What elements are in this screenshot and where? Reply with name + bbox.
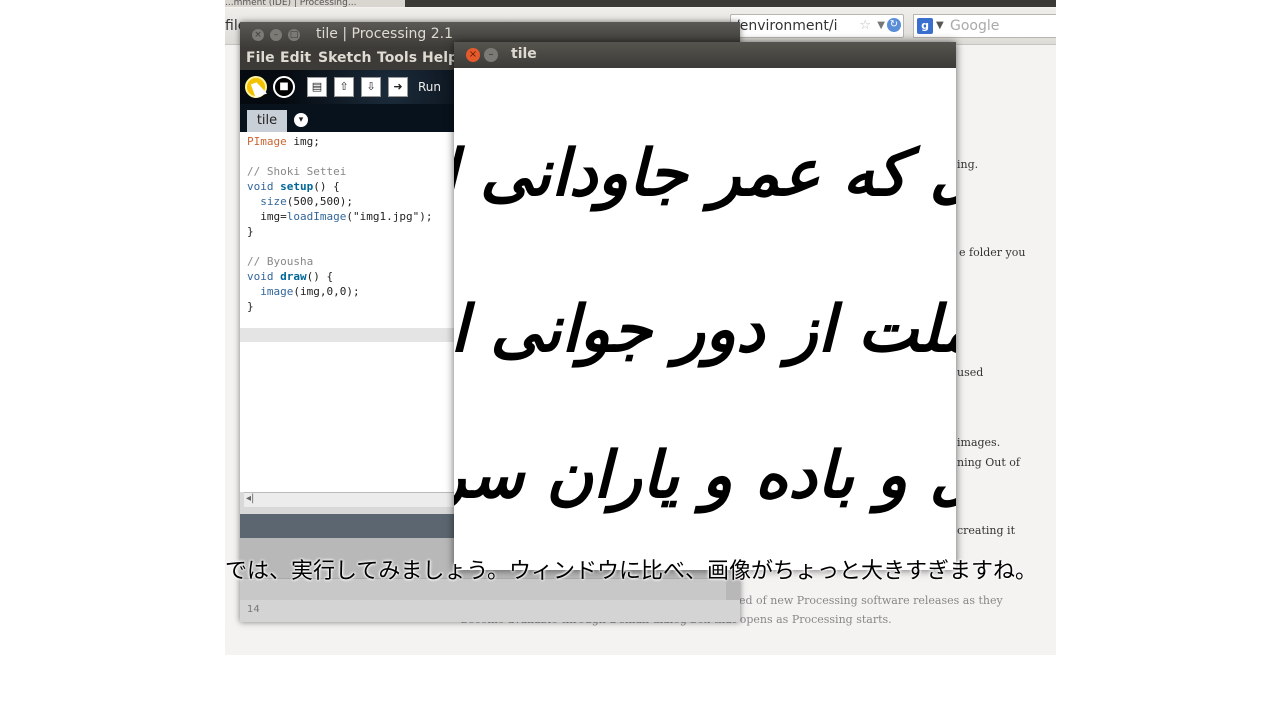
page-text-fragment: images.: [957, 436, 1001, 449]
search-engine-icon[interactable]: g: [917, 18, 933, 34]
bookmark-star-icon[interactable]: ☆: [859, 15, 871, 37]
editor-empty-area[interactable]: [240, 342, 454, 492]
export-button[interactable]: ➜: [388, 77, 408, 97]
close-icon[interactable]: ×: [252, 29, 264, 41]
code-line: }: [247, 225, 254, 238]
ide-tabbar: tile ▾: [240, 104, 454, 132]
code-line: image(img,0,0);: [260, 285, 360, 298]
url-text: /environment/i: [735, 18, 838, 34]
ide-footer: 14: [240, 600, 740, 622]
url-input[interactable]: /environment/i ☆ ▼ ↻: [730, 14, 904, 38]
maximize-icon[interactable]: □: [288, 29, 300, 41]
page-text-fragment: ning Out of: [957, 456, 1020, 469]
page-text-fragment: e folder you: [959, 246, 1026, 259]
sketch-window: × – tile ل که عمر جاودانی اینست ملت از د…: [454, 42, 956, 570]
tab-tile[interactable]: tile: [247, 110, 287, 132]
sketch-window-title: tile: [511, 46, 537, 62]
code-line: // Shoki Settei: [247, 165, 347, 178]
calligraphy-line: ملت از دور جوانی اینست: [454, 292, 956, 367]
sketch-canvas[interactable]: ل که عمر جاودانی اینست ملت از دور جوانی …: [454, 68, 956, 570]
horizontal-scrollbar[interactable]: ◂|: [244, 492, 454, 507]
line-number: 14: [247, 604, 260, 615]
close-icon[interactable]: ×: [466, 48, 480, 62]
ide-window-title: tile | Processing 2.1: [316, 26, 453, 42]
minimize-icon[interactable]: –: [270, 29, 282, 41]
calligraphy-line: ل که عمر جاودانی اینست: [454, 136, 956, 211]
page-text-fragment: ing.: [957, 158, 979, 171]
page-text-fragment: creating it: [957, 524, 1015, 537]
search-engine-dropdown-icon[interactable]: ▼: [936, 15, 944, 37]
scroll-left-icon[interactable]: ◂|: [246, 493, 254, 504]
calligraphy-line: ل و باده و یاران سرمست: [454, 438, 956, 513]
menu-help[interactable]: Help: [422, 50, 458, 66]
search-placeholder: Google: [950, 18, 1000, 34]
code-line: void draw() {: [247, 270, 334, 283]
ide-toolbar: ■ ▤ ⇧ ⇩ ➜ Run: [240, 70, 454, 104]
search-input[interactable]: g ▼ Google: [913, 14, 1056, 38]
save-button[interactable]: ⇩: [361, 77, 381, 97]
video-subtitle: では、実行してみましょう。ウィンドウに比べ、画像がちょっと大きすぎますね。: [224, 559, 1038, 584]
sketch-titlebar[interactable]: × – tile: [454, 42, 956, 68]
reload-icon[interactable]: ↻: [887, 18, 901, 32]
code-line: // Byousha: [247, 255, 314, 268]
page-text-fragment: used: [957, 366, 984, 379]
code-line: void setup() {: [247, 180, 340, 193]
menu-edit[interactable]: Edit: [280, 50, 311, 66]
code-editor[interactable]: PImage img; // Shoki Settei void setup()…: [240, 132, 454, 328]
menu-file[interactable]: File: [246, 50, 275, 66]
menu-tools[interactable]: Tools: [377, 50, 417, 66]
tab-menu-icon[interactable]: ▾: [294, 113, 308, 127]
code-line: img=loadImage("img1.jpg");: [260, 210, 433, 223]
code-line: PImage img;: [247, 135, 320, 148]
open-button[interactable]: ⇧: [334, 77, 354, 97]
minimize-icon[interactable]: –: [484, 48, 498, 62]
stop-button[interactable]: ■: [273, 76, 295, 98]
code-line: }: [247, 300, 254, 313]
url-dropdown-icon[interactable]: ▼: [877, 15, 885, 37]
browser-tab[interactable]: ...mment (IDE) | Processing...: [225, 0, 405, 7]
toolbar-hint-label: Run: [418, 80, 442, 94]
menu-sketch[interactable]: Sketch: [318, 50, 371, 66]
page-text-fragment: ed of new Processing software releases a…: [739, 594, 1003, 607]
editor-divider[interactable]: [240, 328, 454, 342]
new-file-button[interactable]: ▤: [307, 77, 327, 97]
browser-tab-strip: ...mment (IDE) | Processing...: [225, 0, 1056, 7]
code-line: size(500,500);: [260, 195, 353, 208]
